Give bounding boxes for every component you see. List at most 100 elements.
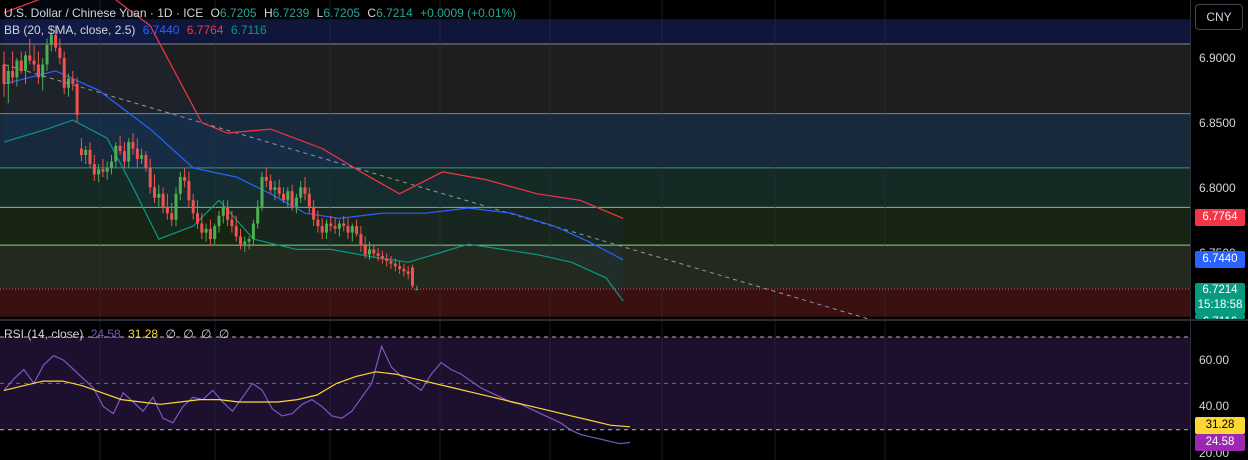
candle-body <box>79 148 83 155</box>
candle-body <box>58 47 62 58</box>
candle-body <box>337 223 341 229</box>
rsi-canvas[interactable] <box>0 321 1190 460</box>
ohlc-close: C6.7214 <box>367 6 413 20</box>
bb-label: BB (20, SMA, close, 2.5) <box>4 23 136 37</box>
candle-body <box>174 193 178 220</box>
candle-body <box>312 206 316 220</box>
candle-body <box>251 223 255 240</box>
candle-body <box>415 288 419 291</box>
bb-upper-value: 6.7764 <box>186 23 224 37</box>
candle-body <box>316 219 320 227</box>
rsi-empty-3: ∅ <box>201 327 212 341</box>
ohlc-high: H6.7239 <box>263 6 310 20</box>
candle-body <box>350 226 354 233</box>
candle-body <box>15 60 19 78</box>
candle-body <box>273 187 277 190</box>
candle-body <box>187 180 191 201</box>
candle-body <box>127 142 131 162</box>
candle-body <box>153 187 156 198</box>
candle-body <box>234 226 238 237</box>
candle-body <box>45 45 49 65</box>
bb-lower-value: 6.7116 <box>230 23 267 37</box>
candle-body <box>368 249 371 255</box>
candle-body <box>118 145 122 152</box>
price-tick: 6.9000 <box>1199 51 1236 65</box>
candle-body <box>269 180 273 190</box>
candle-body <box>329 223 333 227</box>
candle-body <box>183 176 187 181</box>
candle-body <box>389 261 393 264</box>
candle-body <box>36 64 40 78</box>
price-chart-pane[interactable]: U.S. Dollar / Chinese Yuan · 1D · ICE O6… <box>0 0 1190 319</box>
bb-basis-value: 6.7440 <box>142 23 180 37</box>
candle-body <box>200 223 204 233</box>
candle-body <box>110 161 113 168</box>
bb-basis-price-tag: 6.7440 <box>1195 251 1245 268</box>
candle-body <box>161 193 165 207</box>
candle-body <box>24 55 27 71</box>
candle-body <box>277 187 281 194</box>
candle-body <box>398 266 402 269</box>
candle-body <box>208 228 212 240</box>
candle-body <box>260 176 264 207</box>
candle-body <box>376 253 380 256</box>
candle-body <box>140 155 144 159</box>
price-tick: 6.8000 <box>1199 181 1236 195</box>
candle-body <box>393 263 397 267</box>
candle-body <box>342 223 346 227</box>
candle-body <box>32 60 36 65</box>
candle-body <box>372 249 376 254</box>
candle-body <box>131 142 135 149</box>
ohlc-change: +0.0009 (+0.01%) <box>420 6 517 20</box>
candle-body <box>406 271 410 274</box>
candle-body <box>243 241 247 245</box>
candle-body <box>101 169 105 172</box>
candle-body <box>11 70 15 78</box>
candle-body <box>114 145 118 162</box>
candle-body <box>333 226 337 229</box>
bar-countdown: 15:18:58 <box>1197 299 1243 311</box>
candle-body <box>226 206 230 220</box>
price-tick: 6.8500 <box>1199 116 1236 130</box>
candle-body <box>148 167 152 188</box>
rsi-background <box>0 321 1190 460</box>
candle-body <box>355 226 359 234</box>
candle-body <box>2 64 6 84</box>
candle-body <box>363 245 367 255</box>
candle-body <box>286 191 290 201</box>
price-axis[interactable]: 6.9000 6.8500 6.8000 6.7500 6.7764 6.744… <box>1190 0 1248 319</box>
candle-body <box>135 148 139 159</box>
bb-upper-price-tag: 6.7764 <box>1195 209 1245 226</box>
rsi-axis[interactable]: 60.00 40.00 20.00 31.28 24.58 <box>1190 321 1248 460</box>
rsi-empty-4: ∅ <box>218 327 230 341</box>
symbol-legend: U.S. Dollar / Chinese Yuan · 1D · ICE O6… <box>4 6 520 20</box>
candle-body <box>191 200 195 214</box>
candle <box>260 171 264 211</box>
candle-body <box>402 268 406 272</box>
candle-body <box>359 233 363 246</box>
candle-body <box>62 58 66 88</box>
candle-body <box>75 83 79 115</box>
rsi-empty-2: ∅ <box>183 327 194 341</box>
candle-body <box>165 206 169 214</box>
candle-body <box>178 176 182 194</box>
candle-body <box>411 267 414 286</box>
candle-body <box>84 149 88 155</box>
candle-body <box>122 151 126 162</box>
currency-button[interactable]: CNY <box>1195 4 1243 30</box>
price-chart-canvas[interactable] <box>0 0 1190 319</box>
candle-body <box>256 206 260 224</box>
candle-body <box>92 164 96 175</box>
bb-legend[interactable]: BB (20, SMA, close, 2.5) 6.7440 6.7764 6… <box>4 23 271 37</box>
candle-body <box>294 197 298 207</box>
candle-body <box>67 78 70 88</box>
rsi-pane[interactable]: RSI (14, close) 24.58 31.28 ∅ ∅ ∅ ∅ <box>0 321 1190 460</box>
candle-body <box>320 226 324 233</box>
zone-band <box>0 288 1190 317</box>
candle-body <box>239 236 242 245</box>
candle-body <box>97 169 101 175</box>
candle-body <box>204 228 208 233</box>
candle-body <box>170 213 174 220</box>
rsi-legend[interactable]: RSI (14, close) 24.58 31.28 ∅ ∅ ∅ ∅ <box>4 327 233 341</box>
candle-body <box>346 226 350 233</box>
